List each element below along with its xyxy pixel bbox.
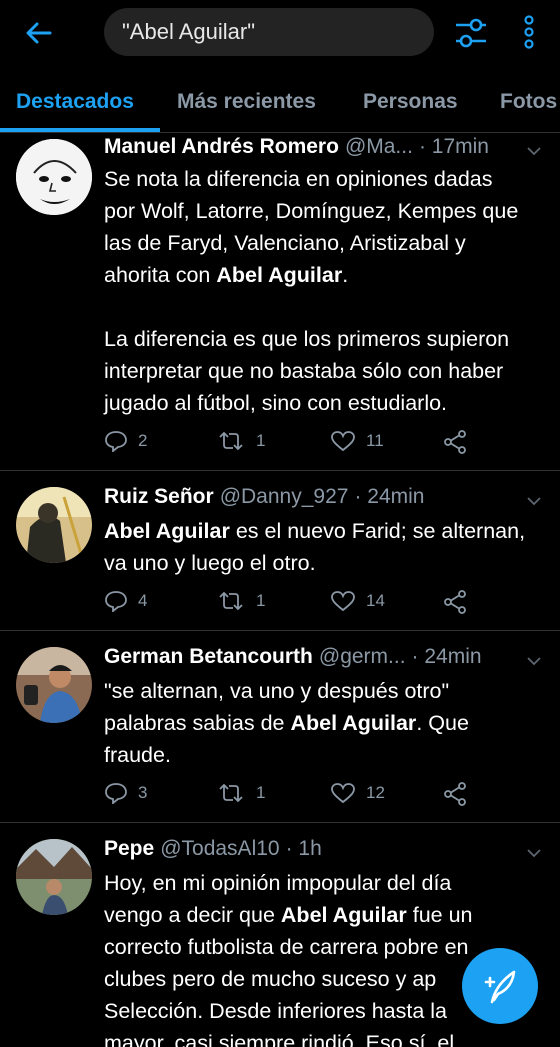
- retweet-button[interactable]: 1: [216, 590, 265, 612]
- reply-button[interactable]: 4: [104, 590, 147, 612]
- compose-feather-icon: [484, 970, 516, 1004]
- author-name[interactable]: German Betancourth: [104, 645, 313, 669]
- reply-icon: [105, 783, 127, 804]
- chevron-down-icon[interactable]: [526, 143, 542, 156]
- search-tabs: Destacados Más recientes Personas Fotos: [0, 78, 560, 134]
- share-icon: [444, 430, 466, 454]
- tweet-item[interactable]: Manuel Andrés Romero @Ma... · 17min Se n…: [0, 133, 560, 471]
- like-count: 14: [366, 591, 385, 610]
- heart-icon: [331, 591, 355, 612]
- tab-personas[interactable]: Personas: [363, 90, 458, 114]
- tweet-item[interactable]: German Betancourth @germ... · 24min "se …: [0, 631, 560, 823]
- tweet-text: Se nota la diferencia en opiniones dadas…: [104, 167, 519, 415]
- share-button[interactable]: [442, 590, 478, 614]
- author-name[interactable]: Manuel Andrés Romero: [104, 135, 339, 159]
- author-handle[interactable]: @TodasAl10: [160, 837, 279, 861]
- retweet-button[interactable]: 1: [216, 782, 265, 804]
- filter-sliders-icon[interactable]: [452, 16, 490, 50]
- tab-destacados[interactable]: Destacados: [16, 90, 134, 114]
- top-bar: "Abel Aguilar": [0, 0, 560, 66]
- avatar[interactable]: [16, 139, 92, 215]
- reply-icon: [105, 431, 127, 452]
- tab-mas-recientes[interactable]: Más recientes: [177, 90, 316, 114]
- author-handle[interactable]: @Danny_927: [220, 485, 349, 509]
- avatar[interactable]: [16, 487, 92, 563]
- share-icon: [444, 590, 466, 614]
- search-query: "Abel Aguilar": [122, 19, 256, 44]
- tweet-actions: 4 1 14: [104, 590, 484, 616]
- like-button[interactable]: 11: [330, 430, 384, 452]
- author-name[interactable]: Ruiz Señor: [104, 485, 214, 509]
- retweet-count: 1: [256, 431, 266, 450]
- reply-icon: [105, 591, 127, 612]
- compose-tweet-button[interactable]: [462, 948, 538, 1024]
- tweet-text: Abel Aguilar es el nuevo Farid; se alter…: [104, 519, 526, 575]
- chevron-down-icon[interactable]: [526, 845, 542, 858]
- chevron-down-icon[interactable]: [526, 493, 542, 506]
- reply-button[interactable]: 2: [104, 430, 147, 452]
- more-options-icon[interactable]: [516, 12, 542, 52]
- author-handle[interactable]: @Ma...: [345, 135, 413, 159]
- retweet-icon: [219, 783, 243, 803]
- share-icon: [444, 782, 466, 806]
- retweet-icon: [219, 431, 243, 451]
- retweet-count: 1: [256, 783, 266, 802]
- tweet-time: · 1h: [285, 837, 322, 860]
- tweet-header: Manuel Andrés Romero @Ma... · 17min: [104, 135, 540, 159]
- reply-count: 3: [138, 783, 148, 802]
- tweet-time: · 24min: [354, 485, 425, 508]
- tweet-time: · 24min: [411, 645, 482, 668]
- back-arrow-icon[interactable]: [22, 16, 56, 50]
- avatar[interactable]: [16, 647, 92, 723]
- avatar[interactable]: [16, 839, 92, 915]
- share-button[interactable]: [442, 782, 478, 806]
- heart-icon: [331, 783, 355, 804]
- like-count: 12: [366, 783, 385, 802]
- chevron-down-icon[interactable]: [526, 653, 542, 666]
- retweet-button[interactable]: 1: [216, 430, 265, 452]
- retweet-icon: [219, 591, 243, 611]
- tweet-header: Ruiz Señor @Danny_927 · 24min: [104, 485, 540, 509]
- tweet-header: German Betancourth @germ... · 24min: [104, 645, 540, 669]
- heart-icon: [331, 431, 355, 452]
- reply-count: 2: [138, 431, 148, 450]
- tab-fotos[interactable]: Fotos: [500, 90, 557, 114]
- tweet-header: Pepe @TodasAl10 · 1h: [104, 837, 540, 861]
- tweet-actions: 2 1 11: [104, 430, 484, 456]
- search-input[interactable]: "Abel Aguilar": [104, 8, 434, 56]
- author-name[interactable]: Pepe: [104, 837, 154, 861]
- tweet-item[interactable]: Ruiz Señor @Danny_927 · 24min Abel Aguil…: [0, 471, 560, 631]
- like-button[interactable]: 12: [330, 782, 385, 804]
- tweet-text: "se alternan, va uno y después otro" pal…: [104, 679, 469, 767]
- reply-count: 4: [138, 591, 148, 610]
- like-button[interactable]: 14: [330, 590, 385, 612]
- share-button[interactable]: [442, 430, 478, 454]
- author-handle[interactable]: @germ...: [319, 645, 406, 669]
- retweet-count: 1: [256, 591, 266, 610]
- tweet-time: · 17min: [418, 135, 489, 158]
- reply-button[interactable]: 3: [104, 782, 147, 804]
- like-count: 11: [366, 431, 384, 450]
- tweet-actions: 3 1 12: [104, 782, 484, 808]
